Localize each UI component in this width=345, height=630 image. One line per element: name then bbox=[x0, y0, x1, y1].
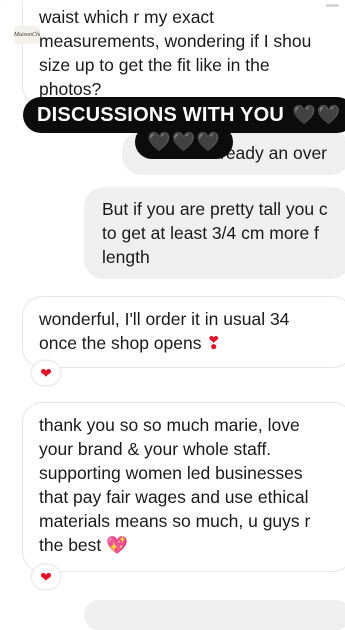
story-progress-fill bbox=[6, 4, 326, 7]
message-bubble-received: waist which r my exact measurements, won… bbox=[22, 0, 345, 106]
message-line: that pay fair wages and use ethical bbox=[39, 487, 309, 507]
message-line: your brand & your whole staff. bbox=[39, 439, 272, 459]
message-line: measurements, wondering if I shou bbox=[39, 31, 312, 51]
story-banner-hearts: 🖤🖤🖤 bbox=[135, 125, 233, 159]
story-header: MaisonChic bbox=[14, 26, 40, 44]
message-bubble-sent: But if you are pretty tall you c to get … bbox=[84, 187, 345, 279]
black-heart-icon: 🖤🖤🖤 bbox=[147, 132, 221, 153]
heart-reaction-icon[interactable]: ❤ bbox=[32, 565, 60, 589]
message-line: length bbox=[102, 247, 150, 267]
story-progress-bar bbox=[6, 4, 339, 7]
banner-title-text: DISCUSSIONS WITH YOU bbox=[37, 103, 284, 126]
message-line: But if you are pretty tall you c bbox=[102, 199, 328, 219]
heart-reaction-icon[interactable]: ❤ bbox=[32, 361, 60, 385]
message-bubble-received: thank you so so much marie, love your br… bbox=[22, 402, 345, 572]
message-line: supporting women led businesses bbox=[39, 463, 303, 483]
close-icon[interactable]: ✕ bbox=[321, 22, 339, 40]
message-line: to get at least 3/4 cm more f bbox=[102, 223, 319, 243]
message-line: waist which r my exact bbox=[39, 7, 215, 27]
message-line: wonderful, I'll order it in usual 34 bbox=[39, 309, 290, 329]
message-line: thank you so so much marie, love bbox=[39, 415, 300, 435]
sparkling-heart-icon: 💖 bbox=[106, 535, 128, 555]
message-bubble-received: wonderful, I'll order it in usual 34 onc… bbox=[22, 296, 345, 368]
message-bubble-sent bbox=[84, 600, 345, 630]
heart-exclamation-icon: ❣ bbox=[206, 333, 222, 353]
message-line: materials means so much, u guys r bbox=[39, 511, 311, 531]
message-line: the best 💖 bbox=[39, 535, 128, 555]
brand-logo[interactable]: MaisonChic bbox=[14, 26, 40, 44]
message-line: ready an over bbox=[220, 143, 328, 163]
message-line: once the shop opens ❣ bbox=[39, 333, 222, 353]
black-heart-icon: 🖤🖤 bbox=[292, 105, 342, 126]
message-line: size up to get the fit like in the bbox=[39, 55, 270, 75]
